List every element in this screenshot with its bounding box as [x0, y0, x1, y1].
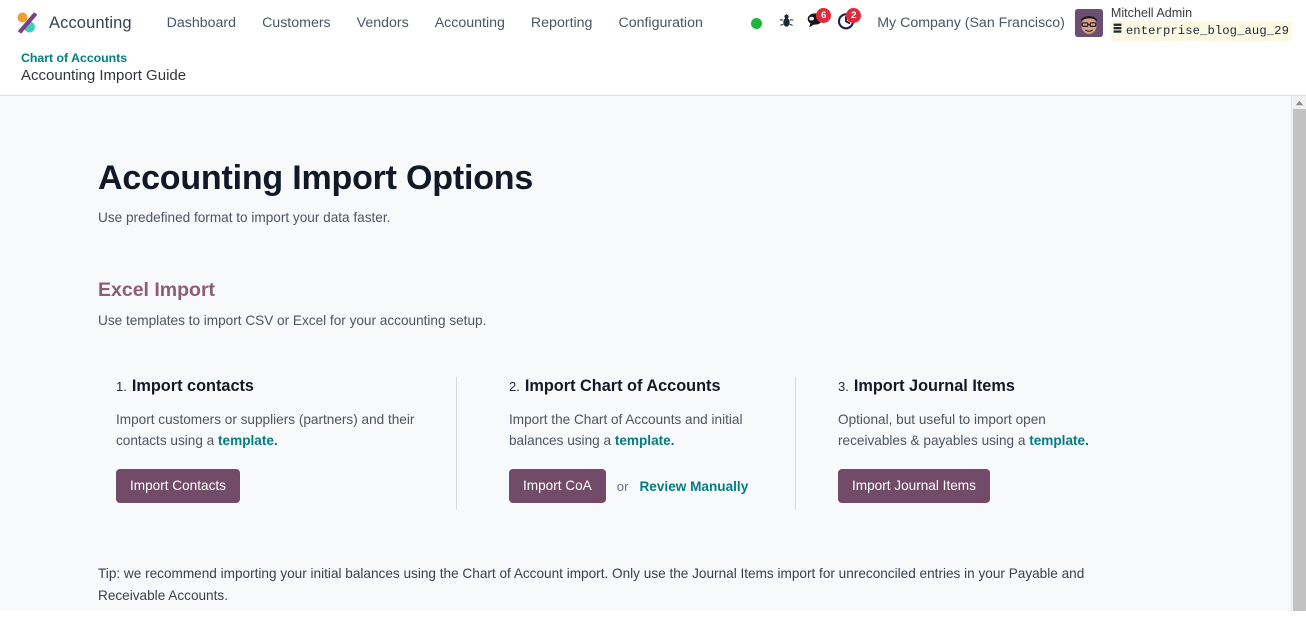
- user-avatar: [1074, 9, 1103, 37]
- menu-item-configuration[interactable]: Configuration: [605, 9, 715, 37]
- odoo-accounting-logo-icon: [14, 10, 40, 36]
- menu-item-vendors[interactable]: Vendors: [344, 9, 422, 37]
- database-icon: [1113, 22, 1122, 40]
- breadcrumb-parent-link[interactable]: Chart of Accounts: [21, 50, 1306, 66]
- scrollbar-thumb[interactable]: [1293, 109, 1306, 611]
- company-switcher[interactable]: My Company (San Francisco): [861, 15, 1075, 31]
- import-journal-items-button[interactable]: Import Journal Items: [838, 469, 990, 503]
- messages-button[interactable]: 6: [801, 6, 832, 40]
- top-navbar: Accounting Dashboard Customers Vendors A…: [0, 0, 1306, 46]
- menu-item-dashboard[interactable]: Dashboard: [154, 9, 249, 37]
- menu-item-customers[interactable]: Customers: [249, 9, 344, 37]
- step-title: Import contacts: [131, 377, 254, 395]
- breadcrumb: Chart of Accounts Accounting Import Guid…: [0, 46, 1306, 96]
- user-name: Mitchell Admin: [1110, 5, 1193, 20]
- navbar-systray: 6 2 My Company (San Francisco) Mitchell …: [741, 6, 1294, 41]
- import-steps: 1. Import contacts Import customers or s…: [98, 375, 1291, 510]
- step-description: Import customers or suppliers (partners)…: [116, 409, 416, 451]
- database-name: enterprise_blog_aug_29: [1125, 23, 1289, 38]
- menu-item-accounting[interactable]: Accounting: [422, 9, 518, 37]
- import-guide-page: Accounting Import Options Use predefined…: [0, 96, 1291, 607]
- activities-button[interactable]: 2: [831, 6, 862, 40]
- step-actions: Import Journal Items: [838, 469, 1115, 503]
- vertical-scrollbar[interactable]: [1291, 96, 1306, 611]
- section-title-excel-import: Excel Import: [98, 279, 216, 301]
- step-heading: 2. Import Chart of Accounts: [509, 375, 765, 397]
- scroll-up-arrow-icon[interactable]: [1292, 96, 1306, 109]
- database-tag: enterprise_blog_aug_29: [1110, 20, 1292, 41]
- import-contacts-button[interactable]: Import Contacts: [116, 469, 240, 503]
- online-status-dot-icon: [750, 17, 762, 29]
- import-step-journal-items: 3. Import Journal Items Optional, but us…: [795, 375, 1145, 510]
- scrollable-content: Accounting Import Options Use predefined…: [0, 96, 1291, 611]
- brand-name: Accounting: [49, 13, 132, 32]
- step-title: Import Chart of Accounts: [524, 377, 721, 395]
- step-actions: Import Contacts: [116, 469, 426, 503]
- or-separator: or: [616, 478, 629, 494]
- step-description-text: Optional, but useful to import open rece…: [838, 412, 1046, 448]
- import-step-chart-of-accounts: 2. Import Chart of Accounts Import the C…: [456, 375, 795, 510]
- user-menu[interactable]: Mitchell Admin enterprise_blog_aug_29: [1074, 5, 1294, 41]
- page-subtitle: Use predefined format to import your dat…: [98, 210, 391, 225]
- page-title: Accounting Import Options: [98, 159, 534, 197]
- online-status-indicator[interactable]: [741, 6, 771, 40]
- tip-text: Tip: we recommend importing your initial…: [98, 566, 1085, 603]
- user-info: Mitchell Admin enterprise_blog_aug_29: [1110, 5, 1292, 41]
- step-title: Import Journal Items: [853, 377, 1015, 395]
- activities-count-badge: 2: [846, 8, 862, 23]
- step-actions: Import CoA or Review Manually: [509, 469, 765, 503]
- import-step-contacts: 1. Import contacts Import customers or s…: [98, 375, 456, 503]
- step-description: Import the Chart of Accounts and initial…: [509, 409, 765, 451]
- messages-count-badge: 6: [816, 8, 832, 23]
- step-heading: 1. Import contacts: [116, 375, 426, 397]
- template-link[interactable]: template.: [218, 433, 278, 448]
- step-number: 2.: [509, 379, 520, 394]
- step-number: 3.: [838, 379, 849, 394]
- template-link[interactable]: template.: [1029, 433, 1089, 448]
- bug-icon: [779, 13, 794, 34]
- breadcrumb-current: Accounting Import Guide: [21, 67, 187, 84]
- step-number: 1.: [116, 379, 127, 394]
- section-subtitle: Use templates to import CSV or Excel for…: [98, 313, 487, 328]
- menu-item-reporting[interactable]: Reporting: [518, 9, 606, 37]
- content-area: Accounting Import Options Use predefined…: [0, 96, 1306, 611]
- step-description: Optional, but useful to import open rece…: [838, 409, 1115, 451]
- import-coa-button[interactable]: Import CoA: [509, 469, 606, 503]
- review-manually-link[interactable]: Review Manually: [639, 479, 748, 494]
- brand-home-link[interactable]: Accounting: [14, 10, 132, 36]
- main-menu: Dashboard Customers Vendors Accounting R…: [154, 9, 716, 37]
- template-link[interactable]: template.: [615, 433, 675, 448]
- step-heading: 3. Import Journal Items: [838, 375, 1115, 397]
- debug-menu-button[interactable]: [771, 6, 801, 40]
